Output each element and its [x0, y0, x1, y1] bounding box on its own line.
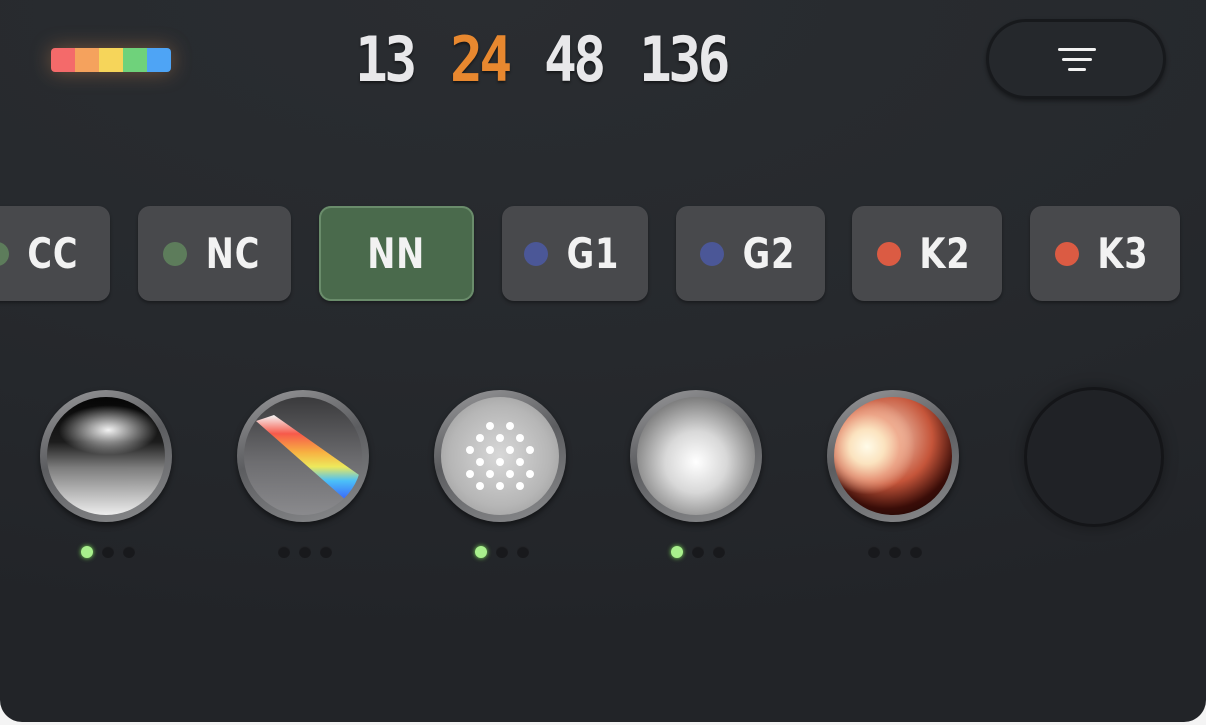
indicator-dot [278, 546, 290, 558]
indicator-dot [299, 546, 311, 558]
number-option-24[interactable]: 24 [450, 29, 512, 91]
rainbow-segment-green [123, 48, 147, 72]
chip-label: G2 [742, 228, 795, 278]
number-option-136[interactable]: 136 [639, 29, 731, 91]
warm-glow-ball-icon[interactable] [827, 390, 959, 522]
chip-label: NC [205, 228, 260, 278]
indicator-dot [81, 546, 93, 558]
indicator-dots [868, 546, 922, 558]
indicator-dot [102, 546, 114, 558]
soft-light-ball-icon[interactable] [630, 390, 762, 522]
chip-label: NN [367, 228, 426, 278]
indicator-dot [692, 546, 704, 558]
indicator-dot [910, 546, 922, 558]
number-option-48[interactable]: 48 [544, 29, 606, 91]
status-dot-icon [877, 241, 902, 266]
menu-button[interactable] [986, 19, 1166, 99]
slot-rim [1024, 387, 1164, 527]
number-option-13[interactable]: 13 [355, 29, 417, 91]
indicator-dot [496, 546, 508, 558]
chip-label: K3 [1097, 228, 1149, 278]
chip-k3[interactable]: K3 [1030, 206, 1180, 301]
indicator-dot [889, 546, 901, 558]
dots-ball-icon[interactable] [434, 390, 566, 522]
prism-ball-icon[interactable] [237, 390, 369, 522]
indicator-dots [81, 546, 135, 558]
dot-grid-icon [466, 422, 534, 490]
status-dot-icon [162, 241, 187, 266]
menu-icon [1058, 48, 1096, 72]
rainbow-bar-icon [51, 48, 171, 72]
chip-nn[interactable]: NN [319, 206, 474, 301]
status-dot-icon [524, 241, 549, 266]
number-selector: 13 24 48 136 [355, 20, 739, 100]
ball-face [637, 397, 755, 515]
app-panel: 13 24 48 136 CC NC NN G1 G2 K2 K3 [0, 0, 1206, 722]
rainbow-segment-red [51, 48, 75, 72]
empty-slot-icon[interactable] [1024, 387, 1164, 527]
rainbow-segment-orange [75, 48, 99, 72]
status-dot-icon [699, 241, 724, 266]
chip-nc[interactable]: NC [138, 206, 291, 301]
rainbow-segment-yellow [99, 48, 123, 72]
indicator-dot [868, 546, 880, 558]
chip-label: CC [27, 228, 79, 278]
ball-face [47, 397, 165, 515]
chip-label: K2 [919, 228, 971, 278]
status-dot-icon [0, 241, 10, 266]
chip-g2[interactable]: G2 [676, 206, 825, 301]
indicator-dot [320, 546, 332, 558]
indicator-dots [278, 546, 332, 558]
indicator-dot [713, 546, 725, 558]
chip-cc[interactable]: CC [0, 206, 110, 301]
rainbow-segment-blue [147, 48, 171, 72]
chip-k2[interactable]: K2 [852, 206, 1002, 301]
indicator-dot [517, 546, 529, 558]
chrome-ball-icon[interactable] [40, 390, 172, 522]
indicator-dot [475, 546, 487, 558]
chip-g1[interactable]: G1 [502, 206, 648, 301]
rainbow-beam-icon [256, 415, 362, 509]
status-dot-icon [1055, 241, 1080, 266]
ball-face [834, 397, 952, 515]
indicator-dots [475, 546, 529, 558]
indicator-dot [123, 546, 135, 558]
ball-face [244, 397, 362, 515]
indicator-dots [671, 546, 725, 558]
ball-face [441, 397, 559, 515]
indicator-dot [671, 546, 683, 558]
chip-label: G1 [566, 228, 620, 278]
